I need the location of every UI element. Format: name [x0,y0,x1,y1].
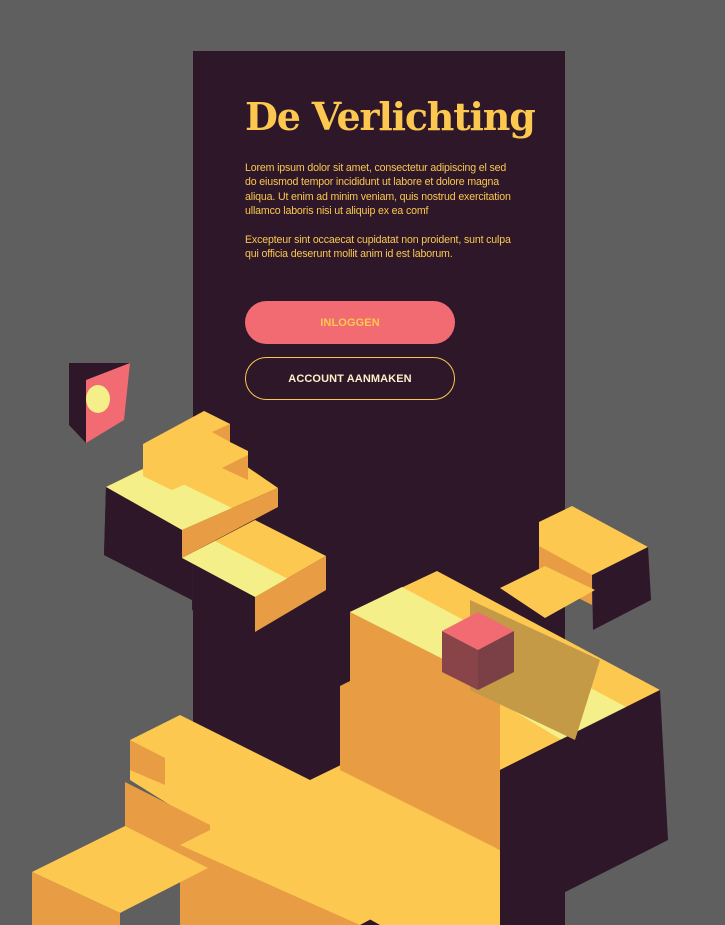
page-title: De Verlichting [245,94,536,139]
floating-lamp-cube [69,363,130,443]
login-button[interactable]: INLOGGEN [245,301,455,344]
intro-paragraph-1: Lorem ipsum dolor sit amet, consectetur … [245,162,511,218]
lamp-icon [86,385,110,413]
intro-paragraph-2: Excepteur sint occaecat cupidatat non pr… [245,234,511,261]
create-account-button-label: ACCOUNT AANMAKEN [288,372,412,385]
create-account-button[interactable]: ACCOUNT AANMAKEN [245,357,455,400]
login-button-label: INLOGGEN [320,316,380,329]
